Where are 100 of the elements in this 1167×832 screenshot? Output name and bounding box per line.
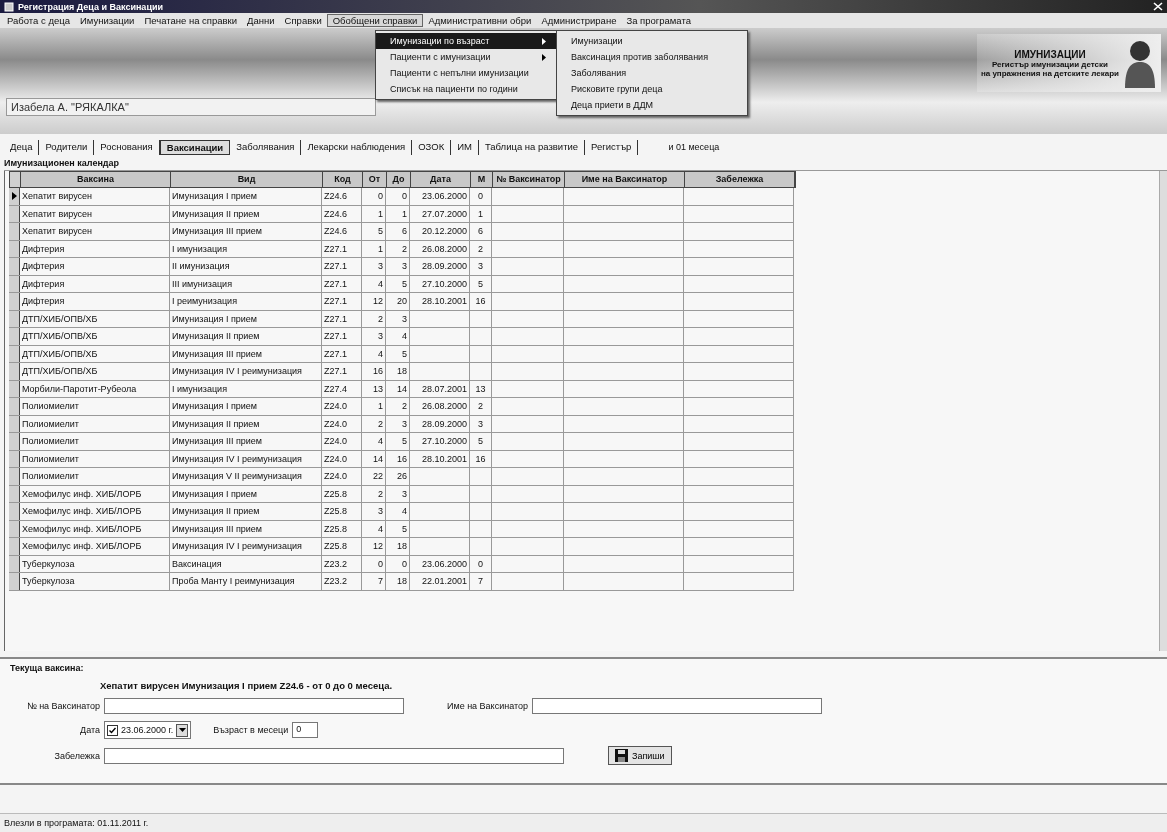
input-field[interactable] [104, 747, 564, 764]
date-picker[interactable]: 23.06.2000 г. [104, 721, 192, 739]
table-cell: ДТП/ХИБ/ОПВ/ХБ [22, 313, 98, 324]
table-cell: 2 [378, 313, 383, 324]
tab[interactable]: Родители [39, 139, 95, 155]
table-cell: 28.09.2000 [421, 261, 467, 271]
row-selector[interactable] [9, 520, 20, 537]
column-header[interactable]: № Ваксинатор [493, 172, 565, 187]
table-cell: 4 [378, 278, 383, 289]
table-cell: 16 [397, 453, 407, 464]
table-cell: 5 [402, 523, 407, 534]
row-selector[interactable] [9, 223, 20, 240]
table-cell: 28.07.2001 [421, 383, 467, 394]
row-selector[interactable] [9, 328, 20, 345]
patient-name-field: Изабела А. "РЯКАЛКА" [6, 98, 376, 116]
menu-item[interactable]: Ваксинация против заболявания [557, 49, 747, 65]
row-selector[interactable] [9, 450, 20, 467]
row-selector[interactable] [9, 345, 20, 362]
table-cell: 22.01.2001 [421, 576, 467, 586]
column-header[interactable]: М [471, 172, 493, 187]
menu-item[interactable]: Обобщени справки [326, 14, 424, 27]
row-selector[interactable] [9, 205, 20, 222]
tab[interactable]: ИМ [451, 139, 479, 155]
input-field[interactable]: 0 [292, 722, 319, 738]
row-selector[interactable] [9, 240, 20, 257]
group-title: Имунизационен календар [4, 158, 121, 168]
row-selector[interactable] [9, 293, 20, 310]
save-button[interactable]: Запиши [608, 746, 672, 765]
table-cell: 22 [373, 471, 383, 481]
tab[interactable]: Заболявания [230, 139, 302, 155]
checkbox[interactable] [107, 724, 118, 736]
tab[interactable]: ОЗОК [412, 139, 452, 155]
row-selector[interactable] [9, 258, 20, 275]
tab[interactable]: Деца [4, 139, 40, 155]
row-selector[interactable] [9, 555, 20, 572]
row-selector[interactable] [9, 433, 20, 450]
table-cell: 3 [378, 331, 383, 341]
table-cell: 5 [478, 436, 483, 446]
column-header[interactable]: Ваксина [21, 172, 171, 187]
column-header[interactable]: Име на Ваксинатор [565, 172, 685, 187]
menu-item[interactable]: Административни обри [423, 15, 537, 26]
row-selector[interactable] [9, 188, 20, 205]
row-selector[interactable] [9, 415, 20, 432]
menu-item[interactable]: Работа с деца [2, 15, 75, 26]
row-selector[interactable] [9, 538, 20, 555]
dropdown-icon[interactable] [176, 723, 189, 737]
column-header[interactable]: Код [323, 172, 363, 187]
status-text: Влезли в програмата: 01.11.2011 г. [4, 818, 149, 828]
row-selector[interactable] [9, 573, 20, 590]
table-cell: Имунизация II прием [172, 506, 260, 516]
menu-item[interactable]: Данни [242, 15, 280, 26]
menu-item[interactable]: За програмата [621, 15, 696, 26]
table-cell: Z27.1 [324, 366, 347, 376]
table-cell: Ваксинация [172, 558, 222, 569]
table-cell: 20.12.2000 [421, 226, 467, 236]
input-field[interactable] [532, 698, 822, 714]
column-header[interactable]: Забележка [685, 172, 795, 187]
tab[interactable]: Регистър [585, 139, 639, 155]
row-selector[interactable] [9, 503, 20, 520]
table-cell: 2 [378, 418, 383, 429]
close-icon[interactable] [1153, 2, 1163, 11]
menu-item[interactable]: Пациенти с имунизации [376, 49, 556, 65]
row-selector[interactable] [9, 485, 20, 502]
row-selector[interactable] [9, 398, 20, 415]
tab[interactable]: Таблица на развитие [478, 139, 586, 155]
tab[interactable]: Ваксинации [159, 139, 231, 155]
table-cell: Дифтерия [22, 296, 65, 306]
menu-item[interactable]: Списък на пациенти по години [376, 81, 556, 97]
row-selector[interactable] [9, 468, 20, 485]
menu-item[interactable]: Имунизации [557, 33, 747, 49]
menu-item[interactable]: Рисковите групи деца [557, 81, 747, 97]
table-cell: 3 [402, 488, 407, 499]
tab[interactable]: Лекарски наблюдения [301, 139, 413, 155]
row-selector[interactable] [9, 275, 20, 292]
tab[interactable]: Роснования [94, 139, 160, 155]
table-cell: 0 [478, 558, 483, 569]
menu-item[interactable]: Администриране [536, 15, 622, 26]
table-cell: Имунизация I прием [172, 488, 258, 499]
column-header[interactable]: Вид [171, 172, 323, 187]
row-selector[interactable] [9, 380, 20, 397]
menu-item[interactable]: Справки [279, 15, 327, 26]
floppy-icon [615, 749, 628, 762]
menu-item[interactable]: Имунизации по възраст [376, 33, 556, 49]
table-cell: 1 [402, 208, 407, 219]
menu-item[interactable]: Печатане на справки [139, 15, 243, 26]
table-cell: 5 [402, 436, 407, 446]
menu-item[interactable]: Деца приети в ДДМ [557, 97, 747, 113]
table-cell: ДТП/ХИБ/ОПВ/ХБ [22, 348, 98, 359]
input-field[interactable] [104, 698, 404, 714]
menu-item[interactable]: Имунизации [74, 15, 140, 26]
table-cell: Z25.8 [324, 506, 347, 516]
field-label: Възраст в месеци [213, 725, 289, 735]
row-selector[interactable] [9, 310, 20, 327]
column-header[interactable]: От [363, 172, 387, 187]
column-header[interactable]: Дата [411, 172, 471, 187]
menu-item[interactable]: Заболявания [557, 65, 747, 81]
app-icon [4, 1, 14, 12]
column-header[interactable]: До [387, 172, 411, 187]
row-selector[interactable] [9, 363, 20, 380]
menu-item[interactable]: Пациенти с непълни имунизации [376, 65, 556, 81]
